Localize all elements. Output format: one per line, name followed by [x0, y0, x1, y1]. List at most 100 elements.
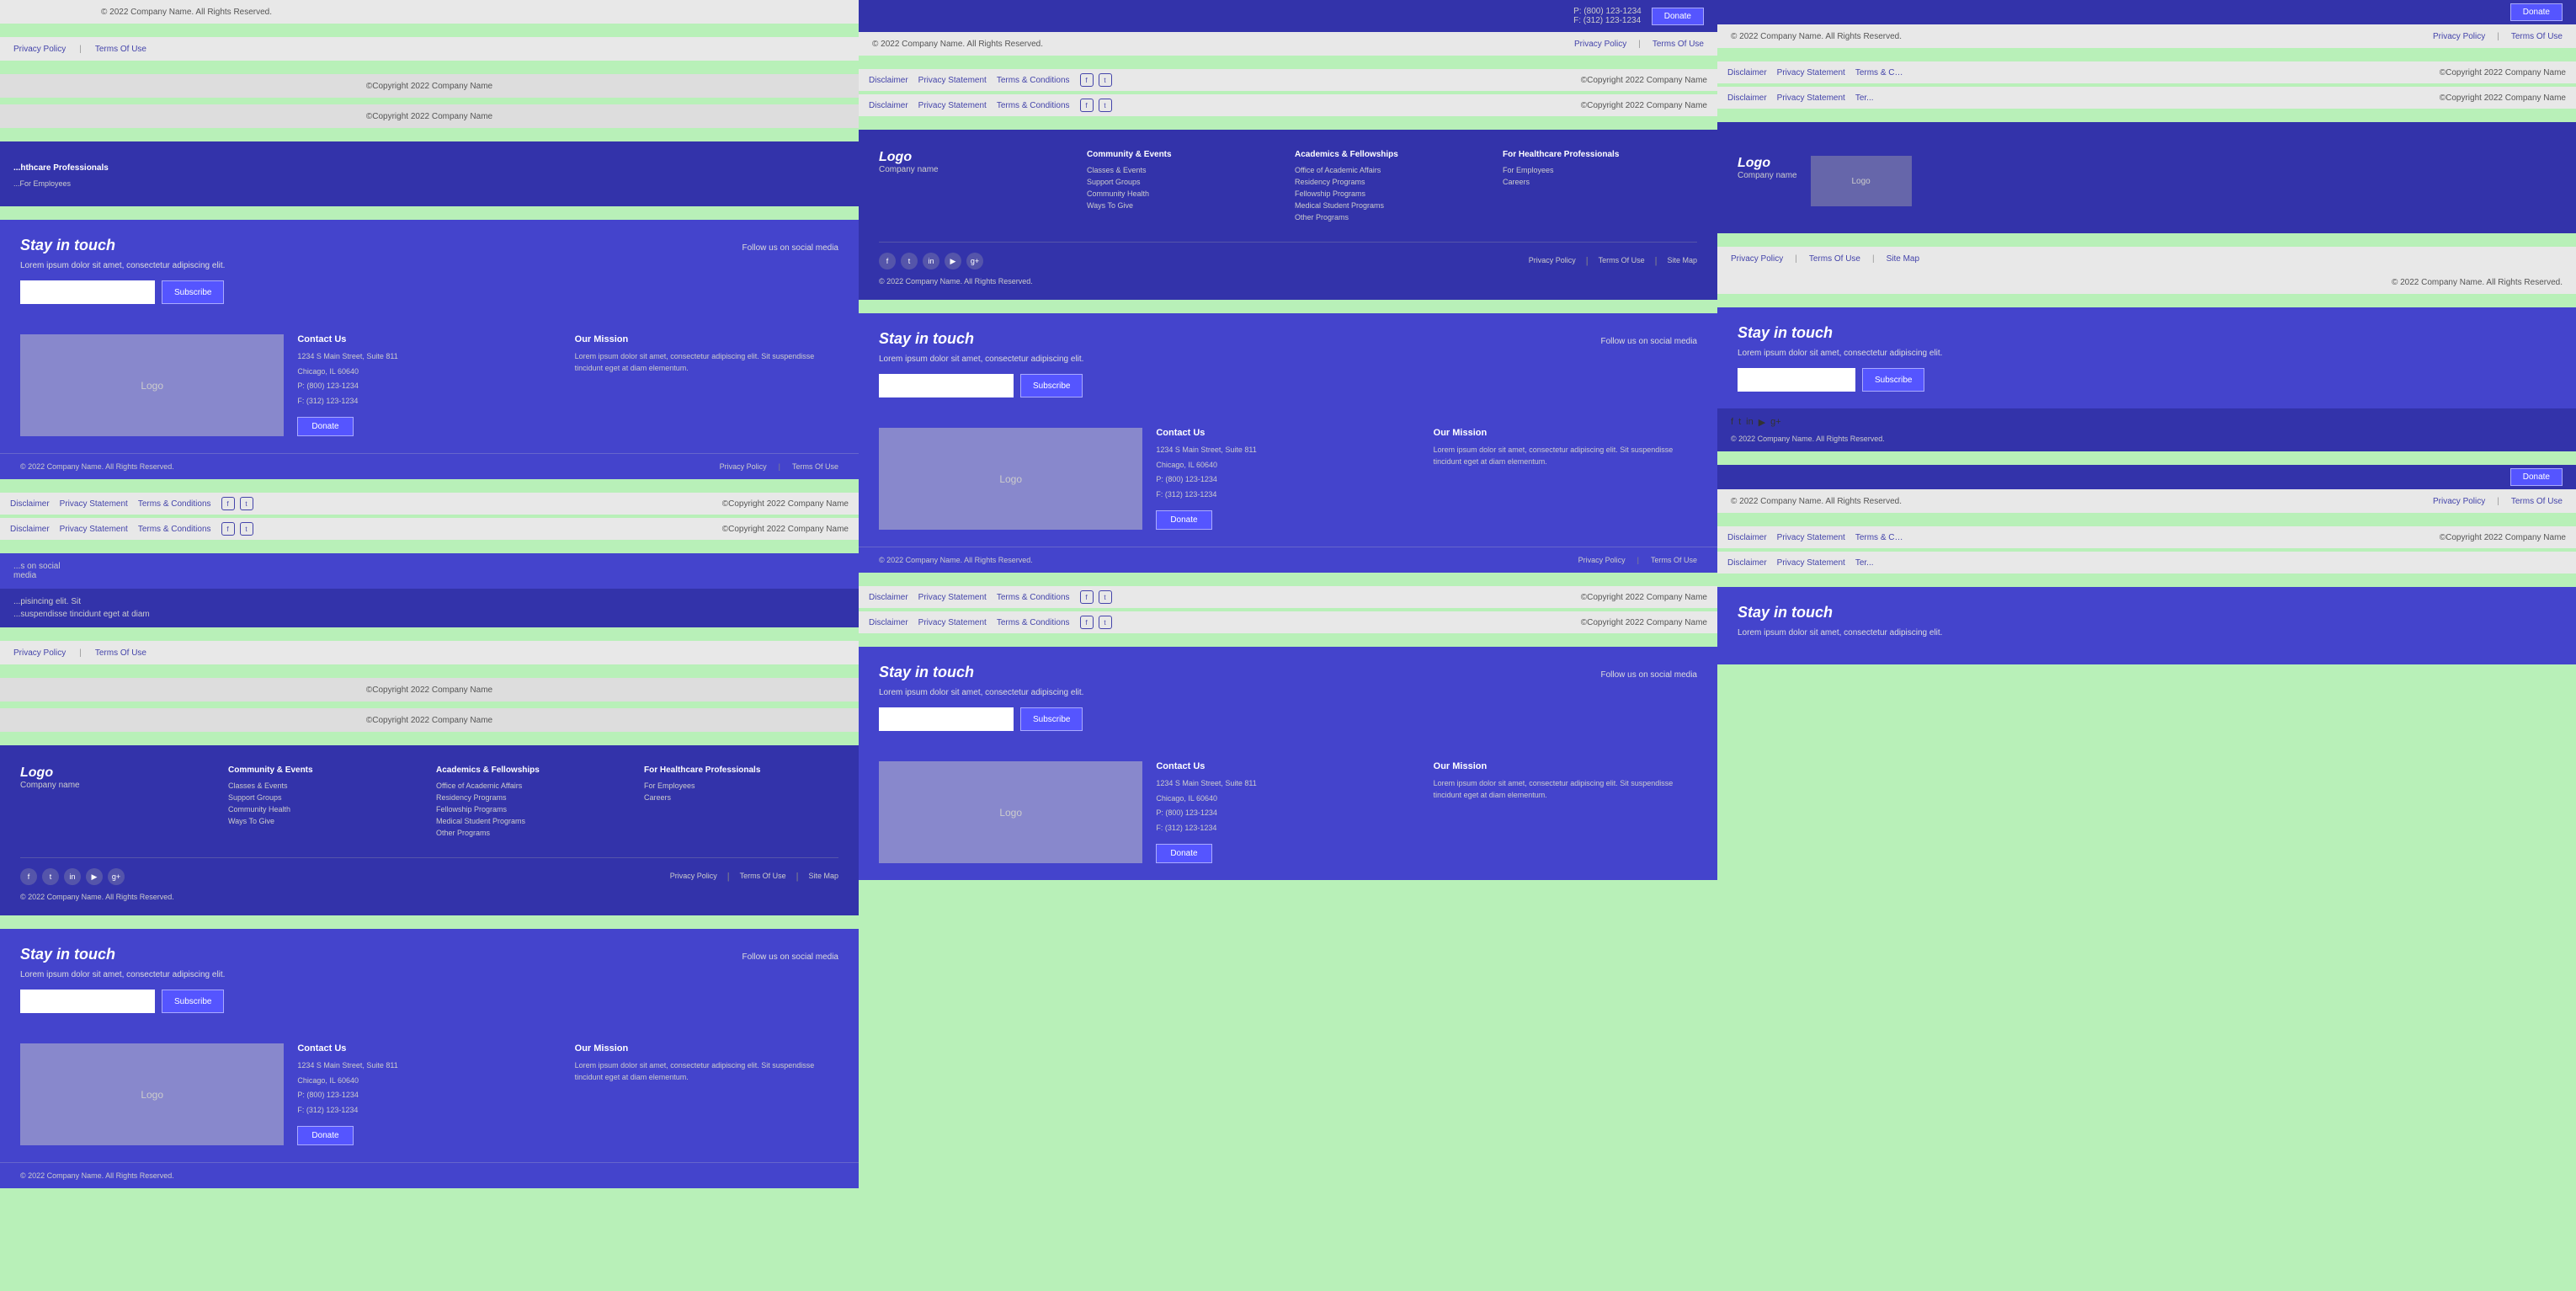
privacy-stmt-mid-3[interactable]: Privacy Statement	[918, 593, 987, 602]
yt-circle-2[interactable]: ▶	[86, 868, 103, 885]
fb-right[interactable]: f	[1731, 417, 1733, 428]
donate-button-1[interactable]: Donate	[297, 417, 353, 436]
fb-icon-2[interactable]: f	[221, 522, 235, 536]
community-item-2[interactable]: Support Groups	[228, 793, 423, 802]
community-item-3[interactable]: Community Health	[228, 805, 423, 814]
terms-cond-mid-3[interactable]: Terms & Conditions	[997, 593, 1070, 602]
in-circle-mid[interactable]: in	[923, 253, 939, 269]
privacy-stmt-right-4[interactable]: Privacy Statement	[1777, 558, 1845, 568]
privacy-stmt-mid-4[interactable]: Privacy Statement	[918, 618, 987, 627]
terms-right-4[interactable]: Terms Of Use	[2511, 497, 2563, 506]
terms-mid-2[interactable]: Terms Of Use	[1651, 556, 1697, 564]
fb-circle-2[interactable]: f	[20, 868, 37, 885]
tw-circle-2[interactable]: t	[42, 868, 59, 885]
tw-mid-1[interactable]: t	[1099, 73, 1112, 87]
terms-cond-mid-1[interactable]: Terms & Conditions	[997, 76, 1070, 85]
email-input-right[interactable]	[1738, 368, 1855, 392]
donate-button-mid-2[interactable]: Donate	[1156, 844, 1211, 863]
terms-right-1[interactable]: Terms Of Use	[2511, 32, 2563, 41]
privacy-nav-mid[interactable]: Privacy Policy	[1529, 256, 1576, 266]
terms-cond-right-2[interactable]: Ter...	[1855, 93, 1874, 103]
fb-mid-3[interactable]: f	[1080, 590, 1094, 604]
tw-mid-4[interactable]: t	[1099, 616, 1112, 629]
terms-link-footer-1[interactable]: Terms Of Use	[792, 462, 838, 471]
terms-nav-mid[interactable]: Terms Of Use	[1599, 256, 1645, 266]
community-item-1[interactable]: Classes & Events	[228, 782, 423, 790]
fb-mid-2[interactable]: f	[1080, 99, 1094, 112]
tw-icon-1[interactable]: t	[240, 497, 253, 510]
privacy-stmt-right-2[interactable]: Privacy Statement	[1777, 93, 1845, 103]
disclaimer-mid-link-3[interactable]: Disclaimer	[869, 593, 908, 602]
community-mid-3[interactable]: Community Health	[1087, 189, 1281, 198]
email-input-2[interactable]	[20, 990, 155, 1013]
privacy-stmt-right-3[interactable]: Privacy Statement	[1777, 533, 1845, 542]
donate-button-header[interactable]: Donate	[1652, 8, 1704, 25]
sitemap-nav-2[interactable]: Site Map	[808, 872, 838, 882]
subscribe-button-mid-2[interactable]: Subscribe	[1020, 707, 1083, 731]
academic-mid-4[interactable]: Medical Student Programs	[1295, 201, 1489, 210]
terms-cond-link-1[interactable]: Terms & Conditions	[138, 499, 211, 509]
healthcare-mid-2[interactable]: Careers	[1503, 178, 1697, 186]
privacy-stmt-mid-1[interactable]: Privacy Statement	[918, 76, 987, 85]
yt-circle-mid[interactable]: ▶	[945, 253, 961, 269]
disclaimer-right-link-1[interactable]: Disclaimer	[1727, 68, 1767, 77]
privacy-link-1[interactable]: Privacy Policy	[13, 45, 66, 54]
community-mid-2[interactable]: Support Groups	[1087, 178, 1281, 186]
terms-link-2[interactable]: Terms Of Use	[95, 648, 146, 658]
tw-mid-3[interactable]: t	[1099, 590, 1112, 604]
academic-mid-5[interactable]: Other Programs	[1295, 213, 1489, 221]
academic-item-1[interactable]: Office of Academic Affairs	[436, 782, 631, 790]
privacy-nav-2[interactable]: Privacy Policy	[670, 872, 717, 882]
healthcare-item-2[interactable]: Careers	[644, 793, 838, 802]
email-input-mid[interactable]	[879, 374, 1014, 397]
subscribe-button-1[interactable]: Subscribe	[162, 280, 224, 304]
healthcare-mid-1[interactable]: For Employees	[1503, 166, 1697, 174]
privacy-stmt-right-1[interactable]: Privacy Statement	[1777, 68, 1845, 77]
terms-cond-right-3[interactable]: Terms & Conditions	[1855, 533, 1906, 542]
email-input-mid-2[interactable]	[879, 707, 1014, 731]
gp-circle-2[interactable]: g+	[108, 868, 125, 885]
academic-item-3[interactable]: Fellowship Programs	[436, 805, 631, 814]
gp-right[interactable]: g+	[1770, 417, 1781, 428]
academic-item-2[interactable]: Residency Programs	[436, 793, 631, 802]
academic-mid-1[interactable]: Office of Academic Affairs	[1295, 166, 1489, 174]
disclaimer-link-1[interactable]: Disclaimer	[10, 499, 50, 509]
terms-nav-2[interactable]: Terms Of Use	[740, 872, 786, 882]
tw-right[interactable]: t	[1738, 417, 1741, 428]
privacy-right-2[interactable]: Privacy Policy	[1731, 254, 1783, 264]
privacy-right-1[interactable]: Privacy Policy	[2433, 32, 2485, 41]
subscribe-button-2[interactable]: Subscribe	[162, 990, 224, 1013]
community-mid-4[interactable]: Ways To Give	[1087, 201, 1281, 210]
sitemap-right-2[interactable]: Site Map	[1887, 254, 1919, 264]
privacy-stmt-link-2[interactable]: Privacy Statement	[60, 525, 128, 534]
privacy-stmt-link-1[interactable]: Privacy Statement	[60, 499, 128, 509]
subscribe-button-mid[interactable]: Subscribe	[1020, 374, 1083, 397]
privacy-stmt-mid-2[interactable]: Privacy Statement	[918, 101, 987, 110]
in-right[interactable]: in	[1746, 417, 1754, 428]
yt-right[interactable]: ▶	[1759, 417, 1765, 428]
terms-cond-link-2[interactable]: Terms & Conditions	[138, 525, 211, 534]
disclaimer-mid-link-1[interactable]: Disclaimer	[869, 76, 908, 85]
fb-circle-mid[interactable]: f	[879, 253, 896, 269]
tw-circle-mid[interactable]: t	[901, 253, 918, 269]
privacy-link-footer-1[interactable]: Privacy Policy	[720, 462, 767, 471]
disclaimer-link-2[interactable]: Disclaimer	[10, 525, 50, 534]
email-input-1[interactable]	[20, 280, 155, 304]
in-circle-2[interactable]: in	[64, 868, 81, 885]
donate-button-right-2[interactable]: Donate	[2510, 468, 2563, 486]
academic-mid-3[interactable]: Fellowship Programs	[1295, 189, 1489, 198]
gp-circle-mid[interactable]: g+	[966, 253, 983, 269]
terms-link-1[interactable]: Terms Of Use	[95, 45, 146, 54]
donate-button-2[interactable]: Donate	[297, 1126, 353, 1145]
disclaimer-mid-link-4[interactable]: Disclaimer	[869, 618, 908, 627]
terms-cond-right-1[interactable]: Terms & Conditions	[1855, 68, 1906, 77]
tw-icon-2[interactable]: t	[240, 522, 253, 536]
sitemap-nav-mid[interactable]: Site Map	[1667, 256, 1697, 266]
community-item-4[interactable]: Ways To Give	[228, 817, 423, 825]
community-mid-1[interactable]: Classes & Events	[1087, 166, 1281, 174]
academic-item-5[interactable]: Other Programs	[436, 829, 631, 837]
terms-cond-mid-4[interactable]: Terms & Conditions	[997, 618, 1070, 627]
disclaimer-right-link-4[interactable]: Disclaimer	[1727, 558, 1767, 568]
privacy-link-2[interactable]: Privacy Policy	[13, 648, 66, 658]
subscribe-button-right[interactable]: Subscribe	[1862, 368, 1924, 392]
